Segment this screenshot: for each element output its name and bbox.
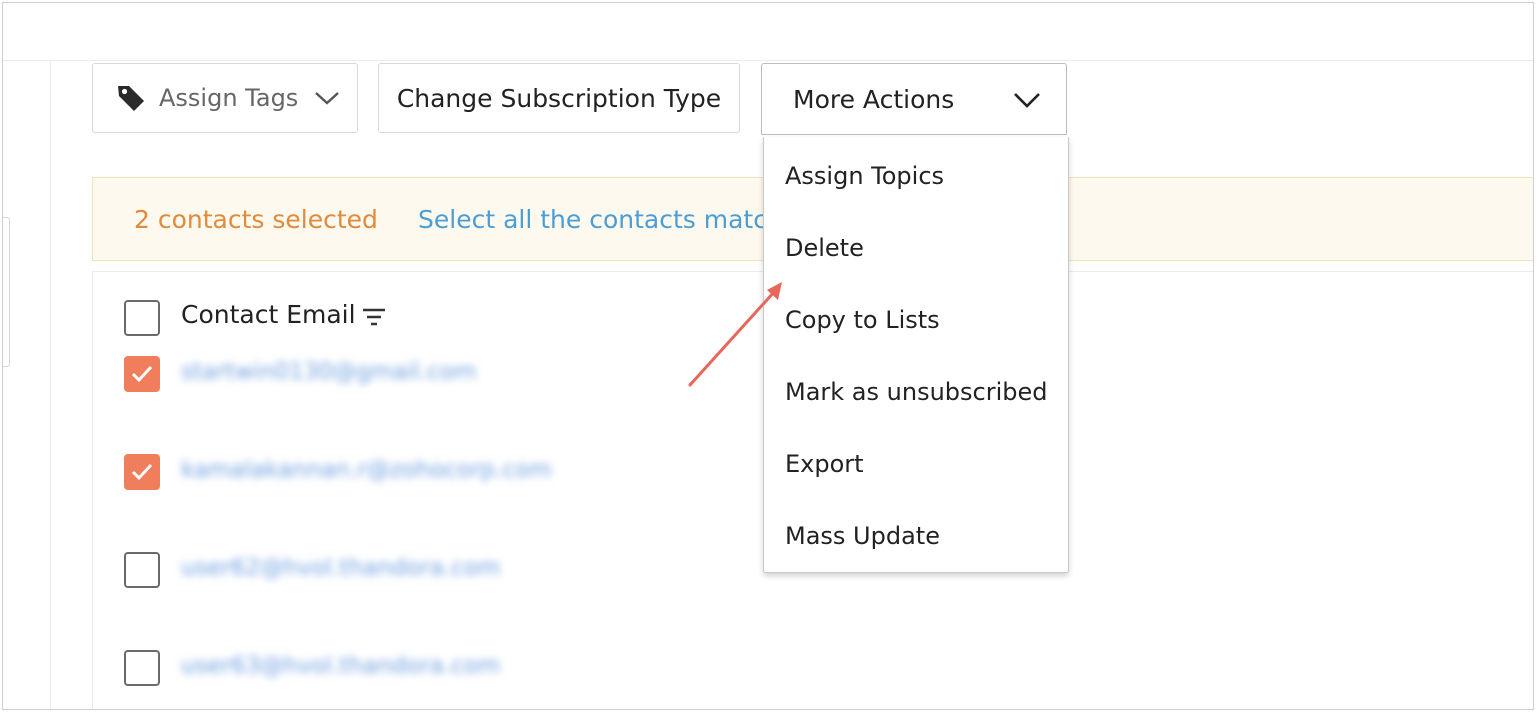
left-column-divider	[50, 60, 51, 709]
annotation-arrow-icon	[688, 282, 782, 387]
more-actions-menu: Assign Topics Delete Copy to Lists Mark …	[763, 137, 1069, 573]
side-panel-handle[interactable]	[3, 217, 10, 367]
change-subscription-type-button[interactable]: Change Subscription Type	[378, 63, 740, 133]
filter-icon[interactable]	[361, 308, 387, 326]
tag-icon	[118, 86, 144, 111]
menu-item-mark-as-unsubscribed[interactable]: Mark as unsubscribed	[785, 378, 1048, 406]
menu-item-delete[interactable]: Delete	[785, 234, 864, 262]
row-checkbox[interactable]	[124, 454, 160, 490]
menu-item-assign-topics[interactable]: Assign Topics	[785, 162, 944, 190]
selected-count: 2 contacts selected	[134, 205, 378, 234]
chevron-down-icon	[1014, 93, 1040, 108]
contact-email[interactable]: user63@hvol.thandora.com	[181, 653, 500, 679]
check-icon	[131, 463, 153, 481]
contact-email[interactable]: kamalakannan.r@zohocorp.com	[181, 457, 552, 483]
chevron-down-icon	[315, 92, 340, 105]
menu-item-copy-to-lists[interactable]: Copy to Lists	[785, 306, 940, 334]
contact-email[interactable]: startwin0130@gmail.com	[181, 359, 476, 385]
select-all-link[interactable]: Select all the contacts match	[418, 205, 783, 234]
assign-tags-button[interactable]: Assign Tags	[92, 63, 358, 133]
assign-tags-label: Assign Tags	[159, 84, 299, 112]
change-subscription-type-label: Change Subscription Type	[396, 83, 722, 113]
more-actions-button[interactable]: More Actions	[761, 63, 1067, 135]
top-bar	[3, 3, 1533, 61]
select-all-checkbox[interactable]	[124, 300, 160, 336]
row-checkbox[interactable]	[124, 650, 160, 686]
menu-item-export[interactable]: Export	[785, 450, 864, 478]
row-checkbox[interactable]	[124, 356, 160, 392]
app-frame: Assign Tags Change Subscription Type Mor…	[2, 2, 1534, 710]
menu-item-mass-update[interactable]: Mass Update	[785, 522, 940, 550]
row-checkbox[interactable]	[124, 552, 160, 588]
more-actions-label: More Actions	[793, 84, 955, 114]
column-header-contact-email: Contact Email	[181, 300, 356, 329]
check-icon	[131, 365, 153, 383]
contact-email[interactable]: user62@hvol.thandora.com	[181, 555, 500, 581]
